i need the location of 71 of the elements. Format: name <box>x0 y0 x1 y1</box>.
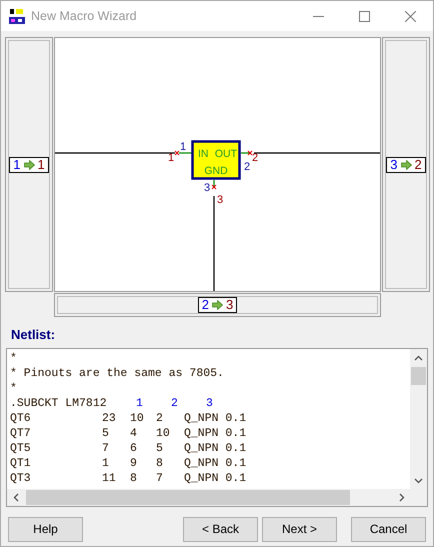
scrollbar-thumb[interactable] <box>411 366 426 384</box>
netlist-cell-text: 5 <box>102 426 110 440</box>
next-button[interactable]: Next > <box>262 516 337 542</box>
pin-label: GND <box>204 165 228 177</box>
element-name: QT7 <box>10 426 32 440</box>
pin-number: 3 <box>204 182 210 194</box>
net-number: 3 <box>216 194 224 206</box>
netlist-cell-text: 8 <box>130 470 138 486</box>
pin-label: IN <box>198 148 208 160</box>
regulator-component <box>191 140 241 180</box>
netlist-label: Netlist: <box>10 326 56 344</box>
netlist-line: .SUBCKT LM7812 <box>10 396 108 410</box>
connection-mark <box>174 150 180 156</box>
net-number: 1 <box>168 152 174 164</box>
netlist-line: * <box>10 380 17 396</box>
netlist-cell-text: 11 <box>102 470 117 486</box>
scroll-right-icon[interactable] <box>399 492 405 502</box>
vertical-scrollbar[interactable] <box>410 348 427 488</box>
node-number: 3 <box>206 396 214 410</box>
net-number: 1 <box>38 158 45 172</box>
netlist-cell-text: 8 <box>156 456 164 470</box>
netlist-cell-text: 7 <box>102 440 110 456</box>
arrow-icon <box>400 160 412 170</box>
node-number: 2 <box>171 396 179 410</box>
pin-number: 3 <box>390 158 398 172</box>
scroll-up-icon[interactable] <box>414 354 423 360</box>
netlist-cell-text: 6 <box>130 440 138 456</box>
help-button[interactable]: Help <box>8 516 83 542</box>
netlist-cell-text: 10 <box>156 426 171 440</box>
netlist-cell-text: 5 <box>156 440 164 456</box>
scrollbar-thumb[interactable] <box>26 490 350 504</box>
window-title: New Macro Wizard <box>31 8 138 25</box>
netlist-cell-text: Q_NPN 0.1 <box>184 410 248 426</box>
net-number: 2 <box>252 152 258 164</box>
arrow-icon <box>24 160 34 170</box>
net-number: 2 <box>414 158 422 172</box>
node-number: 1 <box>136 396 144 410</box>
netlist-cell-text: 1 <box>102 456 110 470</box>
connection-mark <box>212 184 216 190</box>
element-name: QT1 <box>10 456 32 470</box>
netlist-cell-text: 2 <box>156 410 164 426</box>
netlist-cell-text: Q_NPN 0.1 <box>184 440 248 456</box>
netlist-cell-text: Q_NPN 0.1 <box>184 456 248 470</box>
cancel-button[interactable]: Cancel <box>351 516 426 542</box>
scroll-down-icon[interactable] <box>414 478 423 484</box>
app-icon <box>9 8 25 24</box>
pin-number: 1 <box>180 141 186 153</box>
horizontal-scrollbar[interactable] <box>7 488 410 506</box>
pin-number: 2 <box>244 161 250 173</box>
netlist-cell-text: Q_NPN 0.1 <box>184 470 248 486</box>
scroll-left-icon[interactable] <box>13 492 19 502</box>
netlist-line: * Pinouts are the same as 7805. <box>10 366 224 380</box>
netlist-cell-text: Q_NPN 0.1 <box>184 426 248 440</box>
connection-mark <box>248 150 252 156</box>
element-name: QT3 <box>10 470 32 486</box>
netlist-cell-text: 23 <box>102 410 117 426</box>
arrow-icon <box>212 300 223 310</box>
back-button[interactable]: < Back <box>183 516 258 542</box>
pin-number: 2 <box>202 298 209 312</box>
netlist-cell-text: 10 <box>130 410 145 426</box>
close-icon <box>404 10 416 22</box>
element-name: QT5 <box>10 440 32 456</box>
netlist-cell-text: 4 <box>130 426 138 440</box>
netlist-line: * <box>10 350 17 366</box>
element-name: QT6 <box>10 410 32 426</box>
netlist-cell-text: 7 <box>156 470 164 486</box>
net-number: 3 <box>226 298 234 312</box>
pin-number: 1 <box>13 158 20 172</box>
pin-label: OUT <box>214 148 237 160</box>
netlist-cell-text: 9 <box>130 456 138 470</box>
maximize-icon <box>358 10 370 22</box>
